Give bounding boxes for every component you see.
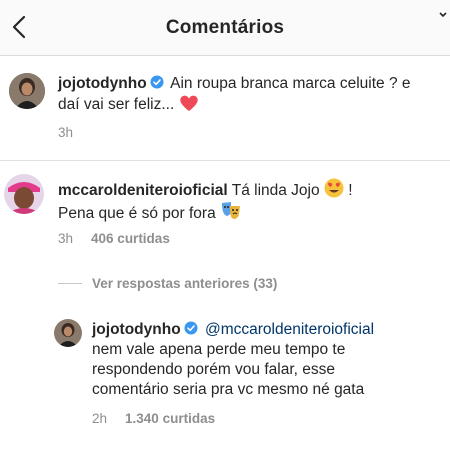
- page-title: Comentários: [165, 17, 285, 38]
- reply-body: jojotodynho @mccaroldeniteroioficial nem…: [92, 320, 437, 400]
- comment-text: Tá linda Jojo: [231, 182, 320, 199]
- comment-username[interactable]: jojotodynho: [58, 75, 147, 92]
- reply-text-line3: comentário seria pra vc mesmo né gata: [92, 381, 365, 398]
- comment-body: jojotodynho Ain roupa branca marca celui…: [58, 74, 428, 115]
- avatar[interactable]: [54, 319, 82, 347]
- reply-mention[interactable]: @mccaroldeniteroioficial: [205, 321, 374, 338]
- avatar[interactable]: [4, 174, 44, 214]
- view-replies-label: Ver respostas anteriores (33): [92, 275, 278, 291]
- avatar-photo-icon: [4, 174, 44, 214]
- heart-emoji-icon: [179, 95, 198, 111]
- comment-meta: 3h 406 curtidas: [58, 231, 170, 246]
- reply-text-line2: respondendo porém vou falar, esse: [92, 361, 335, 378]
- comment-meta: 3h: [58, 125, 73, 140]
- avatar-photo-icon: [9, 73, 45, 109]
- comment-body: mccaroldeniteroioficial Tá linda Jojo ! …: [58, 178, 438, 224]
- heart-eyes-emoji-icon: [324, 178, 344, 198]
- verified-badge-icon: [184, 321, 198, 335]
- comments-header: Comentários: [0, 0, 450, 56]
- comment-text-line2: Pena que é só por fora: [58, 205, 216, 222]
- replies-line: [58, 282, 82, 284]
- reply-meta: 2h 1.340 curtidas: [92, 411, 215, 426]
- divider: [0, 160, 450, 161]
- reply-likes[interactable]: 1.340 curtidas: [125, 411, 215, 426]
- comment-likes[interactable]: 406 curtidas: [91, 231, 170, 246]
- comment-time: 3h: [58, 231, 74, 246]
- comment-text-end: !: [348, 182, 353, 199]
- reply-username[interactable]: jojotodynho: [92, 321, 181, 338]
- reply-time: 2h: [92, 411, 108, 426]
- reply-text-line1: nem vale apena perde meu tempo te: [92, 341, 346, 358]
- verified-badge-icon: [150, 75, 164, 89]
- theater-masks-emoji-icon: [222, 202, 241, 219]
- comment-time: 3h: [58, 125, 74, 140]
- comment-username[interactable]: mccaroldeniteroioficial: [58, 182, 228, 199]
- view-previous-replies-button[interactable]: Ver respostas anteriores (33): [58, 273, 277, 293]
- avatar[interactable]: [9, 73, 45, 109]
- avatar-photo-icon: [54, 319, 82, 347]
- chevron-down-icon[interactable]: [438, 10, 448, 20]
